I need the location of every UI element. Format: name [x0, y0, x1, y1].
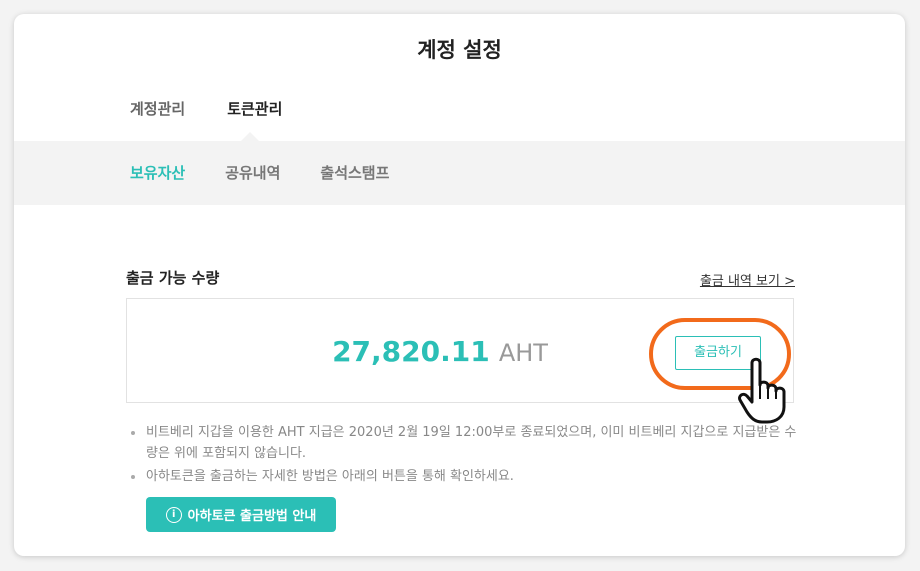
tab-token-management[interactable]: 토큰관리 [227, 98, 282, 119]
bullet-icon [131, 431, 135, 435]
subtab-holdings[interactable]: 보유자산 [130, 162, 185, 183]
withdraw-history-link[interactable]: 출금 내역 보기 > [700, 270, 795, 289]
page-title: 계정 설정 [417, 38, 502, 62]
top-tabs: 계정관리 토큰관리 [130, 98, 282, 119]
withdrawable-amount-label: 출금 가능 수량 [126, 269, 220, 287]
list-item: 아하토큰을 출금하는 자세한 방법은 아래의 버튼을 통해 확인하세요. [130, 466, 800, 487]
guide-button-label: 아하토큰 출금방법 안내 [187, 509, 317, 524]
list-item: 비트베리 지갑을 이용한 AHT 지급은 2020년 2월 19일 12:00부… [130, 422, 800, 464]
subtab-share-history[interactable]: 공유내역 [225, 162, 280, 183]
withdraw-guide-button[interactable]: i 아하토큰 출금방법 안내 [146, 497, 336, 532]
notes-list: 비트베리 지갑을 이용한 AHT 지급은 2020년 2월 19일 12:00부… [130, 422, 800, 489]
note-text: 비트베리 지갑을 이용한 AHT 지급은 2020년 2월 19일 12:00부… [146, 425, 797, 461]
active-tab-pointer [241, 132, 259, 141]
sub-navigation: 보유자산 공유내역 출석스탬프 [14, 141, 905, 205]
subtab-attendance-stamp[interactable]: 출석스탬프 [320, 162, 389, 183]
note-text: 아하토큰을 출금하는 자세한 방법은 아래의 버튼을 통해 확인하세요. [146, 469, 514, 484]
account-settings-card: 계정 설정 계정관리 토큰관리 보유자산 공유내역 출석스탬프 출금 가능 수량… [14, 14, 905, 556]
amount-value: 27,820.11 [332, 335, 490, 368]
info-icon: i [165, 506, 182, 523]
amount-box: 27,820.11 AHT 출금하기 [126, 298, 794, 403]
amount-unit: AHT [498, 339, 548, 367]
hand-pointer-icon [738, 357, 786, 424]
bullet-icon [131, 475, 135, 479]
tab-account-management[interactable]: 계정관리 [130, 98, 185, 119]
